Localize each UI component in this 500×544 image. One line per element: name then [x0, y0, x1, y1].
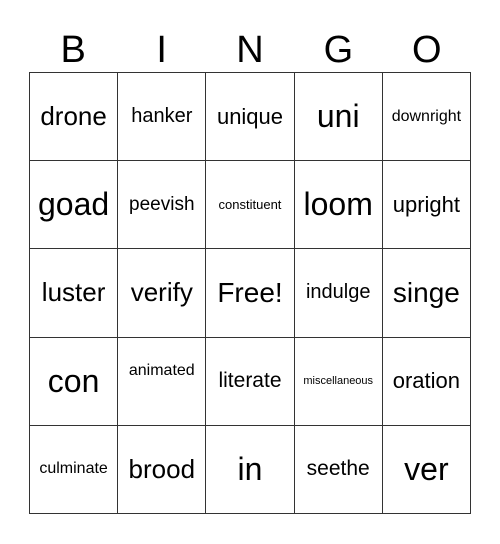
bingo-cell[interactable]: downright — [382, 73, 471, 162]
bingo-cell[interactable]: ver — [382, 425, 471, 514]
bingo-cell[interactable]: constituent — [206, 161, 295, 250]
header-letter-o: O — [412, 29, 442, 71]
bingo-cell[interactable]: luster — [30, 249, 119, 338]
bingo-cell[interactable]: animated — [118, 337, 207, 426]
header-letter-n: N — [236, 29, 264, 71]
bingo-cell[interactable]: goad — [30, 161, 119, 250]
bingo-cell[interactable]: con — [30, 337, 119, 426]
header-letter-b: B — [60, 29, 86, 71]
bingo-cell[interactable]: hanker — [118, 73, 207, 162]
bingo-cell[interactable]: peevish — [118, 161, 207, 250]
bingo-cell[interactable]: upright — [382, 161, 471, 250]
bingo-cell[interactable]: verify — [118, 249, 207, 338]
bingo-cell[interactable]: miscellaneous — [294, 337, 383, 426]
bingo-cell[interactable]: culminate — [30, 425, 119, 514]
bingo-cell[interactable]: indulge — [294, 249, 383, 338]
bingo-cell[interactable]: in — [206, 425, 295, 514]
free-space[interactable]: Free! — [206, 249, 295, 338]
bingo-cell[interactable]: oration — [382, 337, 471, 426]
bingo-grid: drone hanker unique uni downright goad p… — [29, 72, 471, 514]
bingo-cell[interactable]: seethe — [294, 425, 383, 514]
bingo-cell[interactable]: unique — [206, 73, 295, 162]
header-letter-i: I — [156, 29, 167, 71]
header-letter-g: G — [323, 29, 354, 71]
bingo-cell[interactable]: loom — [294, 161, 383, 250]
bingo-cell[interactable]: brood — [118, 425, 207, 514]
bingo-header: B I N G O — [29, 28, 471, 72]
bingo-cell[interactable]: singe — [382, 249, 471, 338]
bingo-cell[interactable]: uni — [294, 73, 383, 162]
bingo-cell[interactable]: literate — [206, 337, 295, 426]
bingo-cell[interactable]: drone — [30, 73, 119, 162]
